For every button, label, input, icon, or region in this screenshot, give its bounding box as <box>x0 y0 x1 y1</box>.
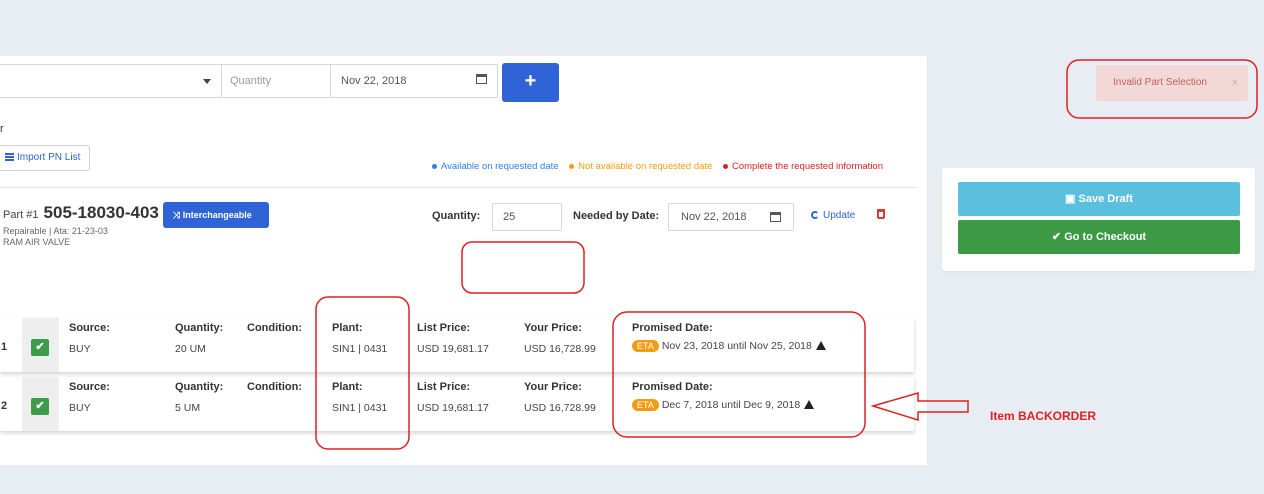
list-price-header: List Price: <box>417 381 471 393</box>
close-icon[interactable]: × <box>1232 65 1238 101</box>
quantity-value: 5 UM <box>175 402 201 414</box>
backorder-annotation-label: Item BACKORDER <box>990 409 1097 423</box>
promised-date-header: Promised Date: <box>632 381 713 393</box>
list-price-value: USD 19,681.17 <box>417 343 489 355</box>
your-price-value: USD 16,728.99 <box>524 343 596 355</box>
toast-text: Invalid Part Selection <box>1113 77 1207 88</box>
calendar-icon <box>770 212 781 222</box>
source-header: Source: <box>69 322 110 334</box>
refresh-icon <box>811 211 819 219</box>
interchangeable-button[interactable]: ⤨ Interchangeable <box>163 202 269 228</box>
condition-header: Condition: <box>247 381 302 393</box>
plant-value: SIN1 | 0431 <box>332 402 388 414</box>
checkout-label: Go to Checkout <box>1064 231 1147 243</box>
divider <box>0 187 916 188</box>
part-meta-line1: Repairable | Ata: 21-23-03 <box>3 226 108 236</box>
chevron-down-icon <box>203 79 211 84</box>
needed-by-value: Nov 22, 2018 <box>681 211 747 223</box>
availability-legend: Available on requested date Not availabl… <box>424 161 883 172</box>
warning-icon[interactable] <box>804 400 815 409</box>
source-header: Source: <box>69 381 110 393</box>
part-meta-line2: RAM AIR VALVE <box>3 237 71 247</box>
eta-badge: ETA <box>632 399 659 412</box>
trash-icon[interactable] <box>877 209 885 219</box>
plant-header: Plant: <box>332 381 363 393</box>
needed-by-label: Needed by Date: <box>573 210 660 222</box>
your-price-header: Your Price: <box>524 381 582 393</box>
eta-badge: ETA <box>632 340 659 353</box>
save-icon: ▣ <box>1065 193 1076 205</box>
table-row: 1 ✔ Source: BUY Quantity: 20 UM Conditio… <box>0 318 914 372</box>
quantity-value: 20 UM <box>175 343 206 355</box>
import-pn-list-button[interactable]: Import PN List <box>0 145 90 171</box>
part-select[interactable] <box>0 64 222 98</box>
order-panel: Quantity Nov 22, 2018 + r Import PN List… <box>0 56 928 459</box>
source-value: BUY <box>69 343 91 355</box>
part-quantity-label: Quantity: <box>432 210 481 222</box>
promised-date-value: ETA Dec 7, 2018 until Dec 9, 2018 <box>632 399 815 412</box>
promised-date-value: ETA Nov 23, 2018 until Nov 25, 2018 <box>632 340 826 353</box>
update-label: Update <box>823 210 856 221</box>
check-icon: ✔ <box>1051 231 1062 243</box>
part-number: 505-18030-403 <box>43 203 159 222</box>
error-toast: Invalid Part Selection × <box>1096 65 1248 101</box>
promised-date-text: Nov 23, 2018 until Nov 25, 2018 <box>661 340 812 352</box>
condition-header: Condition: <box>247 322 302 334</box>
add-part-button[interactable]: + <box>502 63 559 102</box>
or-label: r <box>0 123 4 135</box>
interchangeable-label: Interchangeable <box>182 210 252 220</box>
row-checkbox[interactable]: ✔ <box>31 339 49 356</box>
promised-date-text: Dec 7, 2018 until Dec 9, 2018 <box>661 399 801 411</box>
warning-icon[interactable] <box>815 341 826 350</box>
blue-dot-icon <box>431 163 437 169</box>
save-draft-button[interactable]: ▣ Save Draft <box>958 182 1240 216</box>
row-checkbox[interactable]: ✔ <box>31 398 49 415</box>
legend-available: Available on requested date <box>431 161 559 172</box>
go-to-checkout-button[interactable]: ✔ Go to Checkout <box>958 220 1240 254</box>
your-price-value: USD 16,728.99 <box>524 402 596 414</box>
list-price-header: List Price: <box>417 322 471 334</box>
orange-dot-icon <box>569 163 575 169</box>
part-prefix: Part #1 <box>3 209 39 221</box>
part-title: Part #1 505-18030-403 <box>3 203 159 223</box>
update-link[interactable]: Update <box>811 210 855 221</box>
row-number: 2 <box>1 400 8 412</box>
table-row: 2 ✔ Source: BUY Quantity: 5 UM Condition… <box>0 377 914 431</box>
needed-by-date-input[interactable]: Nov 22, 2018 <box>668 203 794 231</box>
promised-date-header: Promised Date: <box>632 322 713 334</box>
part-quantity-input[interactable]: 25 <box>492 203 562 231</box>
plant-value: SIN1 | 0431 <box>332 343 388 355</box>
part-meta: Repairable | Ata: 21-23-03 RAM AIR VALVE <box>3 226 108 248</box>
legend-not-available: Not available on requested date <box>569 161 712 172</box>
quantity-header: Quantity: <box>175 322 224 334</box>
calendar-icon <box>476 74 487 84</box>
list-price-value: USD 19,681.17 <box>417 402 489 414</box>
panel-bottom <box>0 459 928 465</box>
list-icon <box>5 153 14 162</box>
save-label: Save Draft <box>1078 193 1133 205</box>
row-number: 1 <box>1 341 8 353</box>
plant-header: Plant: <box>332 322 363 334</box>
quantity-header: Quantity: <box>175 381 224 393</box>
import-label: Import PN List <box>17 152 81 163</box>
date-value: Nov 22, 2018 <box>341 75 407 87</box>
source-value: BUY <box>69 402 91 414</box>
red-dot-icon <box>722 163 728 169</box>
legend-incomplete: Complete the requested information <box>722 161 883 172</box>
date-input[interactable]: Nov 22, 2018 <box>331 64 498 98</box>
your-price-header: Your Price: <box>524 322 582 334</box>
quantity-input[interactable]: Quantity <box>222 64 331 98</box>
